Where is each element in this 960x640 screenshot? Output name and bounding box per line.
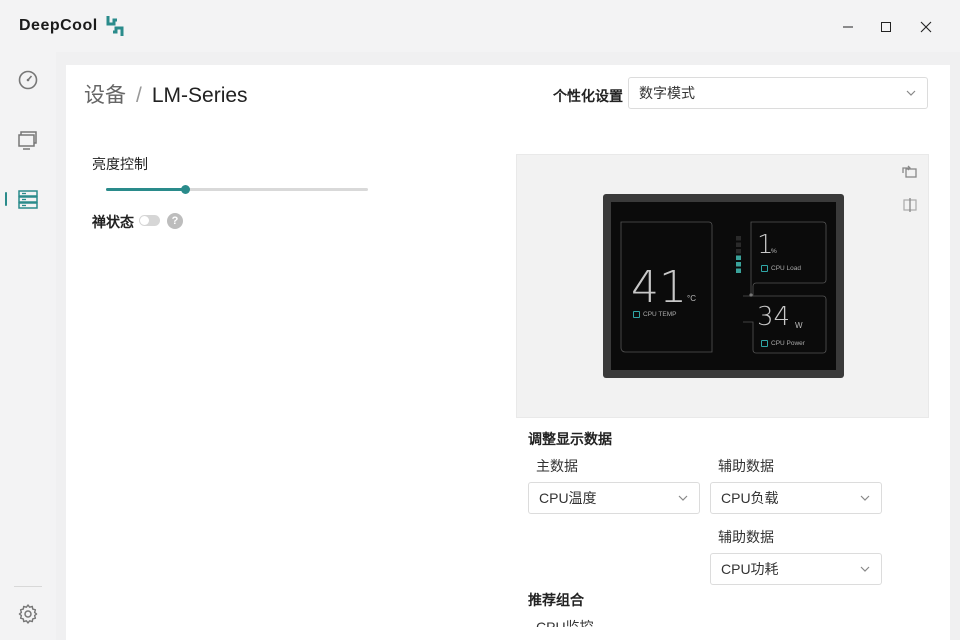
- title-bar: DeepCool: [0, 0, 960, 52]
- aux1-data-label: 辅助数据: [718, 458, 774, 474]
- maximize-icon: [881, 22, 891, 32]
- main-metric-unit: °C: [687, 294, 696, 303]
- logo-text: DeepCool: [19, 17, 98, 34]
- brightness-label: 亮度控制: [92, 156, 148, 172]
- sidebar-item-monitor[interactable]: [16, 128, 40, 152]
- logo-mark-icon: [106, 16, 124, 36]
- rotate-button[interactable]: [900, 163, 920, 183]
- minimize-button[interactable]: [833, 12, 863, 42]
- rotate-icon: [902, 165, 917, 178]
- display-preview: 41 °C CPU TEMP 1 % CPU Load 34 W CPU Pow…: [516, 154, 929, 418]
- personalization-select[interactable]: 数字模式: [628, 77, 928, 109]
- slider-fill: [106, 188, 185, 191]
- maximize-button[interactable]: [871, 12, 901, 42]
- sidebar-divider: [14, 586, 42, 587]
- chevron-down-icon: [860, 495, 870, 501]
- load-bar: [736, 268, 741, 273]
- chevron-down-icon: [860, 566, 870, 572]
- active-indicator: [5, 192, 7, 206]
- load-bars: [736, 236, 741, 273]
- main-data-label: 主数据: [536, 458, 578, 474]
- main-data-value: CPU温度: [539, 490, 597, 506]
- lcd-screen: 41 °C CPU TEMP 1 % CPU Load 34 W CPU Pow…: [611, 202, 836, 370]
- breadcrumb-root[interactable]: 设备: [84, 79, 126, 109]
- aux2-data-select[interactable]: CPU功耗: [710, 553, 882, 585]
- main-metric-label-row: CPU TEMP: [633, 311, 676, 318]
- aux1-data-value: CPU负载: [721, 490, 779, 506]
- sidebar: [0, 52, 56, 640]
- chevron-down-icon: [678, 495, 688, 501]
- lcd-screen-frame: 41 °C CPU TEMP 1 % CPU Load 34 W CPU Pow…: [603, 194, 844, 378]
- main-metric-label: CPU TEMP: [643, 311, 677, 318]
- load-bar: [736, 255, 741, 260]
- aux2-metric-value: 34: [757, 302, 791, 332]
- close-button[interactable]: [911, 12, 941, 42]
- breadcrumb-separator: /: [136, 84, 142, 107]
- aux2-metric-unit: W: [795, 321, 803, 330]
- aux1-data-select[interactable]: CPU负载: [710, 482, 882, 514]
- aux2-data-value: CPU功耗: [721, 561, 779, 577]
- toggle-knob: [140, 216, 149, 225]
- gauge-icon: [18, 70, 38, 90]
- load-bar: [736, 249, 741, 254]
- chip-icon: [633, 311, 640, 318]
- breadcrumb: 设备 / LM-Series: [84, 79, 248, 109]
- mirror-icon: [903, 198, 917, 212]
- display-data-title: 调整显示数据: [528, 431, 612, 447]
- app-logo: DeepCool: [19, 13, 126, 39]
- load-bar: [736, 242, 741, 247]
- aux1-metric-label-row: CPU Load: [761, 265, 801, 272]
- aux1-metric-value: 1: [757, 230, 774, 260]
- monitor-icon: [18, 131, 37, 150]
- chevron-down-icon: [906, 90, 916, 96]
- chip-icon: [761, 265, 768, 272]
- load-bar: [736, 262, 741, 267]
- sidebar-item-dashboard[interactable]: [16, 68, 40, 92]
- mirror-button[interactable]: [900, 195, 920, 215]
- aux1-metric-unit: %: [771, 248, 777, 255]
- sidebar-item-devices[interactable]: [16, 187, 40, 211]
- gear-icon: [18, 604, 38, 624]
- main-metric-value: 41: [631, 262, 687, 313]
- personalization-value: 数字模式: [639, 85, 695, 101]
- recommended-item[interactable]: CPU监控: [536, 617, 594, 627]
- slider-thumb[interactable]: [180, 185, 190, 194]
- server-icon: [18, 190, 38, 209]
- load-bar: [736, 236, 741, 241]
- personalization-label: 个性化设置: [553, 88, 623, 104]
- aux2-metric-label: CPU Power: [771, 340, 805, 347]
- recommended-title: 推荐组合: [528, 592, 584, 608]
- brightness-slider[interactable]: [106, 185, 368, 194]
- main-panel: 设备 / LM-Series 个性化设置 数字模式 亮度控制 禅状态 ? 41 …: [66, 65, 950, 640]
- zen-mode-toggle[interactable]: [139, 215, 160, 226]
- minimize-icon: [843, 26, 853, 28]
- zen-mode-label: 禅状态: [92, 214, 134, 230]
- breadcrumb-current: LM-Series: [151, 84, 248, 107]
- aux2-data-label: 辅助数据: [718, 529, 774, 545]
- main-data-select[interactable]: CPU温度: [528, 482, 700, 514]
- aux1-metric-label: CPU Load: [771, 265, 801, 272]
- close-icon: [920, 21, 932, 33]
- aux2-metric-label-row: CPU Power: [761, 340, 805, 347]
- help-icon[interactable]: ?: [167, 213, 183, 229]
- chip-icon: [761, 340, 768, 347]
- settings-button[interactable]: [16, 602, 40, 626]
